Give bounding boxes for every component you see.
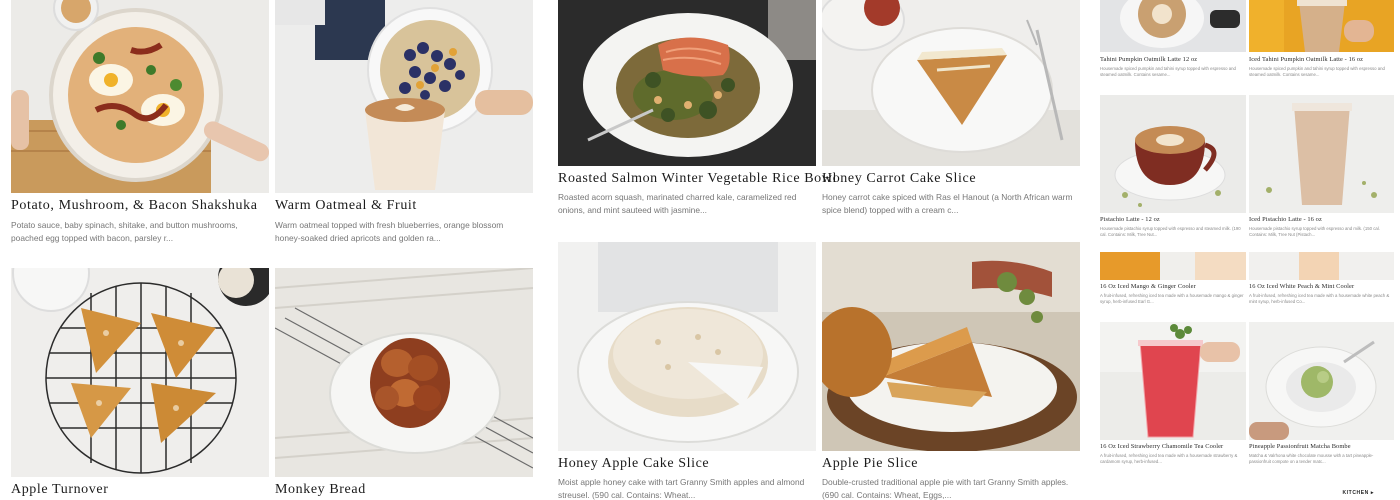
item-description: A fruit-infused, refreshing iced tea mad… [1100,453,1238,464]
item-title[interactable]: Warm Oatmeal & Fruit [275,198,417,214]
item-description: Moist apple honey cake with tart Granny … [558,477,805,500]
strawberry-cooler-photo [1100,322,1246,440]
item-description: Housemade pistachio syrup topped with es… [1249,226,1380,237]
item-title[interactable]: Iced Tahini Pumpkin Oatmilk Latte - 16 o… [1249,56,1363,63]
oatmeal-image[interactable] [275,0,533,193]
honey-apple-cake-photo [558,242,816,451]
mango-cooler-photo [1100,252,1246,280]
item-title[interactable]: Potato, Mushroom, & Bacon Shakshuka [11,198,258,214]
menu-card-pistachio-latte[interactable]: Pistachio Latte - 12 oz Housemade pistac… [1100,95,1246,245]
apple-turnover-photo [11,268,269,477]
monkey-bread-image[interactable] [275,268,533,477]
item-title[interactable]: 16 Oz Iced White Peach & Mint Cooler [1249,283,1354,290]
strawberry-cooler-image[interactable] [1100,322,1246,440]
item-description: Housemade spiced pumpkin and tahini syru… [1100,66,1236,77]
menu-card-shakshuka[interactable]: Potato, Mushroom, & Bacon Shakshuka Pota… [11,0,269,250]
shakshuka-image[interactable] [11,0,269,193]
item-title[interactable]: Monkey Bread [275,482,366,498]
item-title[interactable]: Tahini Pumpkin Oatmilk Latte 12 oz [1100,56,1197,63]
iced-tahini-latte-photo [1249,0,1394,52]
menu-card-carrot-cake[interactable]: Honey Carrot Cake Slice Honey carrot cak… [822,0,1080,230]
menu-card-tahini-latte[interactable]: Tahini Pumpkin Oatmilk Latte 12 oz House… [1100,0,1246,85]
menu-card-monkey-bread[interactable]: Monkey Bread [275,268,533,500]
menu-card-salmon-bowl[interactable]: Roasted Salmon Winter Vegetable Rice Bow… [558,0,836,230]
menu-card-matcha-bombe[interactable]: Pineapple Passionfruit Matcha Bombe Matc… [1249,322,1394,472]
iced-tahini-latte-image[interactable] [1249,0,1394,52]
item-title[interactable]: Pineapple Passionfruit Matcha Bombe [1249,443,1351,450]
apple-pie-image[interactable] [822,242,1080,451]
iced-pistachio-latte-image[interactable] [1249,95,1394,213]
menu-card-apple-pie[interactable]: Apple Pie Slice Double-crusted tradition… [822,242,1080,500]
salmon-bowl-image[interactable] [558,0,816,166]
peach-cooler-photo [1249,252,1394,280]
peach-cooler-image[interactable] [1249,252,1394,280]
item-title[interactable]: Apple Turnover [11,482,108,498]
menu-card-mango-cooler[interactable]: 16 Oz Iced Mango & Ginger Cooler A fruit… [1100,252,1246,314]
menu-card-peach-cooler[interactable]: 16 Oz Iced White Peach & Mint Cooler A f… [1249,252,1394,314]
menu-card-oatmeal[interactable]: Warm Oatmeal & Fruit Warm oatmeal topped… [275,0,533,250]
item-description: A fruit-infused, refreshing iced tea mad… [1249,293,1390,304]
item-description: Warm oatmeal topped with fresh blueberri… [275,220,504,243]
brand-label[interactable]: KITCHEN ▸ [1342,490,1374,496]
matcha-bombe-photo [1249,322,1394,440]
item-description: Double-crusted traditional apple pie wit… [822,477,1069,500]
item-description: Potato sauce, baby spinach, shitake, and… [11,220,238,243]
honey-apple-cake-image[interactable] [558,242,816,451]
item-description: Housemade spiced pumpkin and tahini syru… [1249,66,1385,77]
monkey-bread-photo [275,268,533,477]
item-title[interactable]: Honey Apple Cake Slice [558,456,709,472]
item-title[interactable]: Iced Pistachio Latte - 16 oz [1249,216,1322,223]
apple-pie-photo [822,242,1080,451]
carrot-cake-photo [822,0,1080,166]
pistachio-latte-photo [1100,95,1246,213]
menu-card-apple-turnover[interactable]: Apple Turnover [11,268,269,500]
salmon-bowl-photo [558,0,816,166]
item-description: Housemade pistachio syrup topped with es… [1100,226,1241,237]
shakshuka-photo [11,0,269,193]
pistachio-latte-image[interactable] [1100,95,1246,213]
item-title[interactable]: Roasted Salmon Winter Vegetable Rice Bow… [558,171,837,187]
menu-card-strawberry-cooler[interactable]: 16 Oz Iced Strawberry Chamomile Tea Cool… [1100,322,1246,472]
item-description: A fruit-infused, refreshing iced tea mad… [1100,293,1244,304]
item-title[interactable]: Apple Pie Slice [822,456,918,472]
tahini-latte-photo [1100,0,1246,52]
menu-card-iced-tahini-latte[interactable]: Iced Tahini Pumpkin Oatmilk Latte - 16 o… [1249,0,1394,85]
menu-card-iced-pistachio-latte[interactable]: Iced Pistachio Latte - 16 oz Housemade p… [1249,95,1394,245]
item-title[interactable]: Pistachio Latte - 12 oz [1100,216,1160,223]
mango-cooler-image[interactable] [1100,252,1246,280]
apple-turnover-image[interactable] [11,268,269,477]
item-description: Matcha & Valrhona white chocolate mousse… [1249,453,1374,464]
carrot-cake-image[interactable] [822,0,1080,166]
oatmeal-photo [275,0,533,193]
item-description: Honey carrot cake spiced with Ras el Han… [822,192,1073,215]
tahini-latte-image[interactable] [1100,0,1246,52]
item-description: Roasted acorn squash, marinated charred … [558,192,797,215]
item-title[interactable]: 16 Oz Iced Mango & Ginger Cooler [1100,283,1196,290]
item-title[interactable]: Honey Carrot Cake Slice [822,171,976,187]
iced-pistachio-latte-photo [1249,95,1394,213]
item-title[interactable]: 16 Oz Iced Strawberry Chamomile Tea Cool… [1100,443,1223,450]
menu-card-honey-apple-cake[interactable]: Honey Apple Cake Slice Moist apple honey… [558,242,816,500]
matcha-bombe-image[interactable] [1249,322,1394,440]
